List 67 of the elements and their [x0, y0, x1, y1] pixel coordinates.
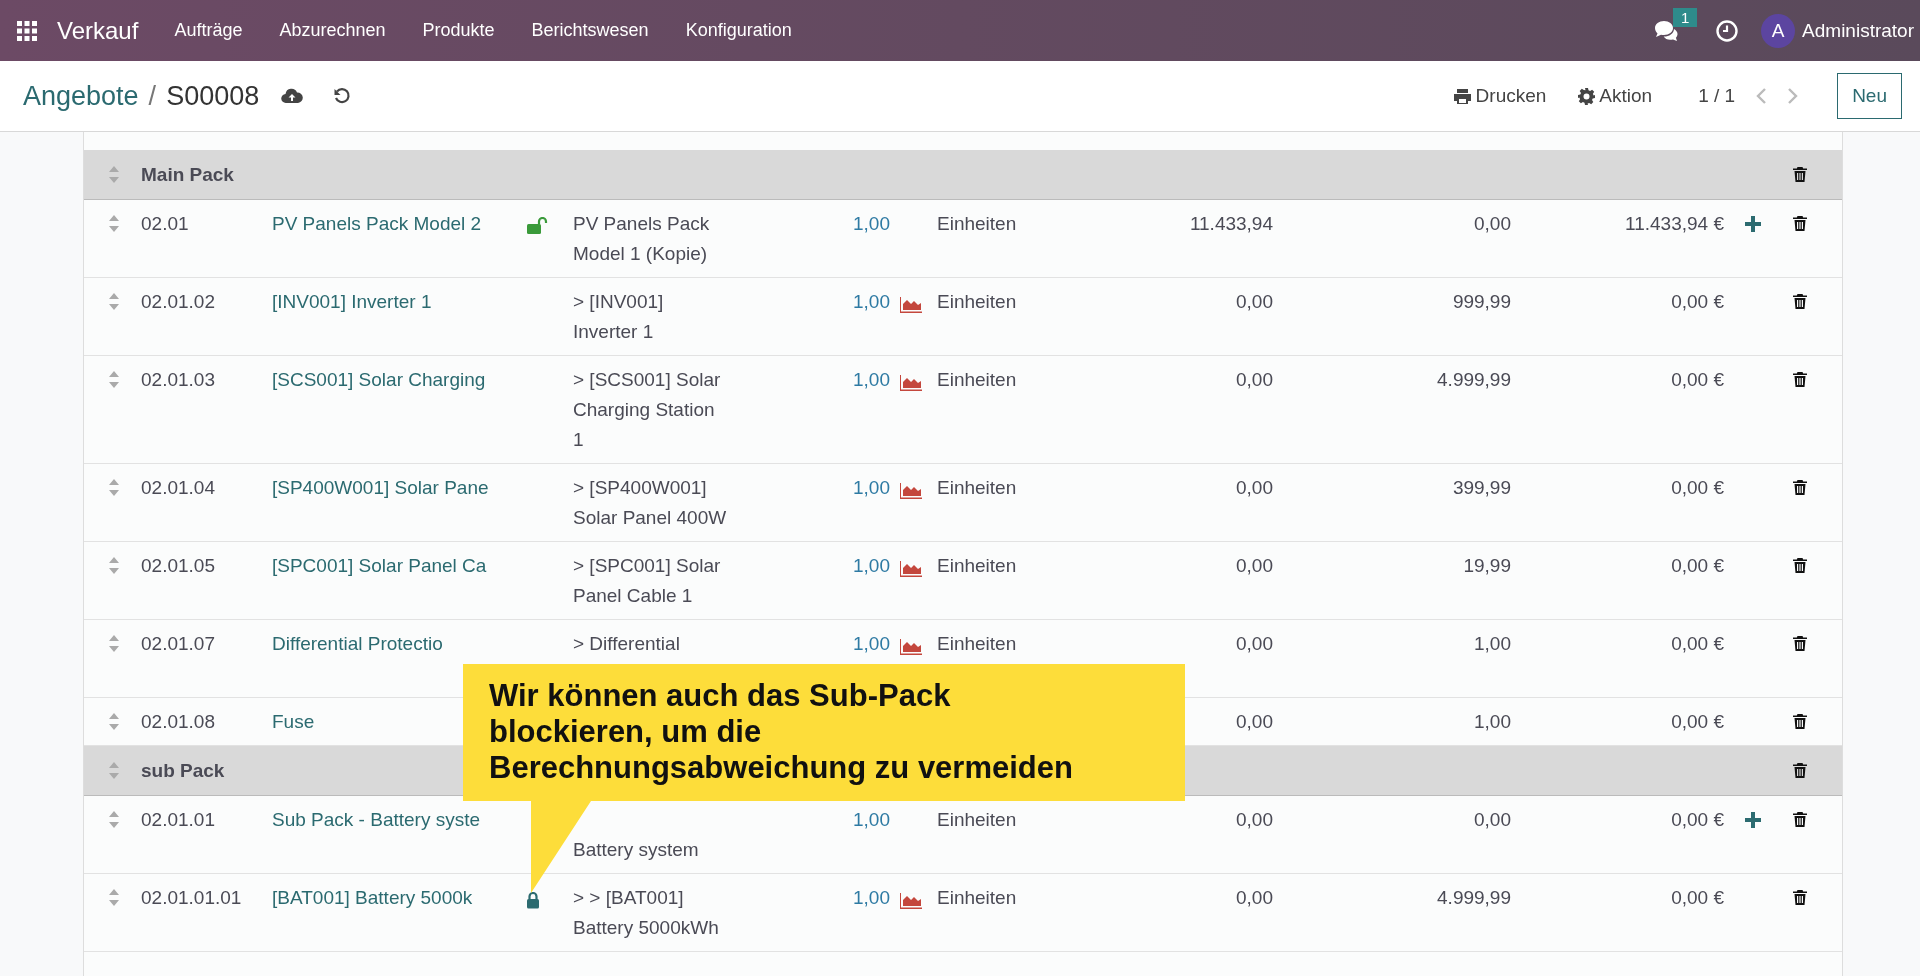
table-cell: 11.433,94 [1189, 213, 1273, 234]
description-text: > Differential [573, 632, 681, 656]
subtotal-value: 0,00 € [1671, 711, 1724, 732]
quantity-value: 1,00 [853, 555, 890, 576]
quantity-value: 1,00 [853, 213, 890, 234]
table-cell: 999,99 [1452, 291, 1511, 312]
table-cell: 1,00 [1474, 711, 1511, 732]
pager-value: 1 / 1 [1698, 85, 1736, 107]
quantity-value: 1,00 [853, 477, 890, 498]
breadcrumb-separator: / [148, 80, 157, 112]
sequence-number: 02.01.04 [141, 477, 215, 498]
quantity-value: 1,00 [853, 887, 890, 908]
unit-text: Einheiten [937, 555, 1017, 576]
record-name: S00008 [166, 80, 260, 112]
tooltip-text: Wir können auch das Sub-Pack blockieren, um die Berechnungsabweichung zu vermeiden [488, 677, 1074, 787]
quantity-value: 1,00 [853, 369, 890, 390]
subtotal-value: 0,00 € [1671, 555, 1724, 576]
table-cell: 0,00 [1236, 711, 1273, 732]
description-text: > [INV001] Inverter 1 [573, 290, 665, 344]
table-cell: 4.999,99 [1437, 369, 1511, 390]
sequence-number: 02.01.05 [141, 555, 215, 576]
sequence-number: 02.01.08 [141, 711, 215, 732]
description-text: > [SCS001] Solar Charging Station 1 [573, 368, 722, 452]
subtotal-value: 0,00 € [1671, 291, 1724, 312]
unit-text: Einheiten [937, 369, 1017, 390]
table-cell: 4.999,99 [1437, 887, 1511, 908]
description-text: Battery system [573, 838, 700, 862]
table-cell: 0,00 [1236, 887, 1273, 908]
table-cell: 0,00 [1474, 213, 1511, 234]
sequence-number: 02.01.01.01 [141, 887, 242, 908]
table-cell: 0,00 [1236, 809, 1273, 830]
sequence-number: 02.01 [141, 213, 189, 234]
unit-text: Einheiten [937, 887, 1017, 908]
sequence-number: 02.01.02 [141, 291, 215, 312]
subtotal-value: 0,00 € [1671, 633, 1724, 654]
unit-text: Einheiten [937, 213, 1017, 234]
description-text: > [SPC001] Solar Panel Cable 1 [573, 554, 722, 608]
table-cell: 0,00 [1474, 809, 1511, 830]
table-cell: 1,00 [1474, 633, 1511, 654]
description-text: > > [BAT001] Battery 5000kWh [573, 886, 720, 940]
sequence-number: 02.01.03 [141, 369, 215, 390]
sequence-number: 02.01.07 [141, 633, 215, 654]
unit-text: Einheiten [937, 633, 1017, 654]
subtotal-value: 0,00 € [1671, 887, 1724, 908]
table-cell: 19,99 [1463, 555, 1511, 576]
quantity-value: 1,00 [853, 633, 890, 654]
table-cell: 399,99 [1452, 477, 1511, 498]
section-title: sub Pack [141, 758, 225, 783]
message-count-badge: 1 [1673, 7, 1698, 27]
subtotal-value: 11.433,94 € [1625, 213, 1724, 234]
table-cell: 0,00 [1236, 477, 1273, 498]
description-text: > [SP400W001] Solar Panel 400W [573, 476, 728, 530]
table-cell: 0,00 [1236, 633, 1273, 654]
subtotal-value: 0,00 € [1671, 809, 1724, 830]
quantity-value: 1,00 [853, 291, 890, 312]
unit-text: Einheiten [937, 291, 1017, 312]
quantity-value: 1,00 [853, 809, 890, 830]
table-cell: 0,00 [1236, 291, 1273, 312]
subtotal-value: 0,00 € [1671, 369, 1724, 390]
unit-text: Einheiten [937, 477, 1017, 498]
sequence-number: 02.01.01 [141, 809, 215, 830]
section-title: Main Pack [141, 162, 234, 187]
table-cell: 0,00 [1236, 555, 1273, 576]
subtotal-value: 0,00 € [1671, 477, 1724, 498]
description-text: PV Panels Pack Model 1 (Kopie) [573, 212, 711, 266]
table-cell: 0,00 [1236, 369, 1273, 390]
unit-text: Einheiten [937, 809, 1017, 830]
